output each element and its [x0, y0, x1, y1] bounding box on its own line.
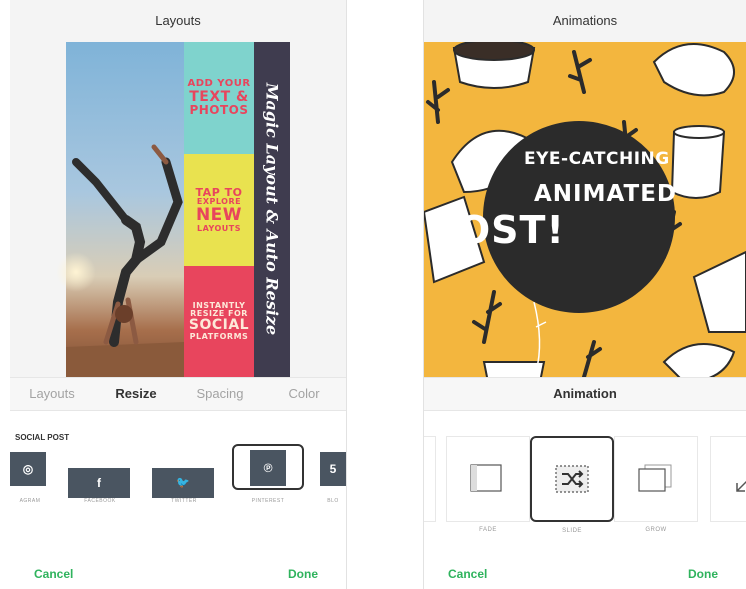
animation-slide[interactable]: SLIDE	[530, 436, 614, 534]
animations-panel: Animations EYE-CATCHING ANIMATED POST! A…	[424, 0, 746, 589]
design-canvas[interactable]: ADD YOUR TEXT & PHOTOS TAP TO EXPLORE NE…	[10, 42, 346, 377]
block3-line3: SOCIAL	[188, 317, 250, 334]
layout-tabs: Layouts Resize Spacing Color	[10, 377, 346, 411]
size-instagram[interactable]: ◎ AGRAM	[10, 446, 50, 506]
animation-label-slide: SLIDE	[562, 528, 582, 534]
yoga-figure	[66, 144, 184, 377]
block1-line3: PHOTOS	[189, 103, 249, 118]
instagram-icon: ◎	[10, 452, 46, 486]
size-label-facebook: FACEBOOK	[84, 498, 116, 504]
done-button[interactable]: Done	[288, 567, 318, 581]
size-label-instagram: AGRAM	[19, 498, 41, 504]
animated-post-canvas[interactable]: EYE-CATCHING ANIMATED POST!	[424, 42, 746, 377]
block3-line4: PLATFORMS	[189, 332, 249, 342]
size-blog[interactable]: 5 BLO	[320, 446, 346, 506]
text-block-add-photos[interactable]: ADD YOUR TEXT & PHOTOS	[184, 42, 254, 154]
size-options: ◎ AGRAM f FACEBOOK 🐦 TWITTER ℗ PINTEREST…	[10, 444, 346, 506]
animation-none[interactable]	[424, 436, 436, 522]
size-label-twitter: TWITTER	[171, 498, 197, 504]
slide-icon	[555, 465, 589, 493]
animation-fade[interactable]: FADE	[446, 436, 530, 533]
animation-done-button[interactable]: Done	[688, 567, 718, 581]
text-block-explore-layouts[interactable]: TAP TO EXPLORE NEW LAYOUTS	[184, 154, 254, 266]
animation-grow[interactable]: GROW	[614, 436, 698, 533]
section-label-social-post: SOCIAL POST	[15, 433, 70, 442]
animation-zoom[interactable]: ZO	[710, 436, 746, 522]
block2-line4: LAYOUTS	[196, 223, 242, 233]
twitter-icon: 🐦	[152, 468, 214, 498]
fade-icon	[470, 464, 502, 492]
headline-group: EYE-CATCHING ANIMATED POST!	[424, 42, 746, 377]
animation-label-grow: GROW	[645, 527, 667, 533]
headline-line2: ANIMATED	[534, 181, 678, 207]
blog-icon: 5	[320, 452, 346, 486]
text-block-resize-social[interactable]: INSTANTLY RESIZE FOR SOCIAL PLATFORMS	[184, 266, 254, 377]
layouts-panel: Layouts ADD YOUR TEXT & PHOTOS TAP TO EX…	[10, 0, 346, 589]
panel-title-animations: Animations	[424, 0, 746, 42]
headline-line1: EYE-CATCHING	[524, 149, 670, 169]
block1-line2: TEXT &	[189, 88, 249, 105]
size-twitter[interactable]: 🐦 TWITTER	[152, 446, 216, 506]
vertical-title-text: Magic Layout & Auto Resize	[262, 82, 282, 336]
size-facebook[interactable]: f FACEBOOK	[68, 446, 132, 506]
animation-cancel-button[interactable]: Cancel	[448, 567, 487, 581]
layout-actions: Cancel Done	[10, 567, 346, 587]
selected-size-frame	[232, 444, 304, 490]
zoom-icon	[736, 480, 746, 492]
tab-spacing[interactable]: Spacing	[178, 378, 262, 410]
size-label-pinterest: PINTEREST	[251, 498, 285, 504]
headline-line3: POST!	[429, 208, 565, 252]
animation-section-title: Animation	[424, 377, 746, 411]
yoga-photo	[56, 42, 184, 377]
animation-actions: Cancel Done	[424, 567, 746, 587]
grow-icon	[638, 464, 672, 492]
animation-label-zoom: ZO	[711, 527, 746, 533]
left-panel-divider	[346, 0, 347, 589]
tab-color[interactable]: Color	[262, 378, 346, 410]
cancel-button[interactable]: Cancel	[34, 567, 73, 581]
panel-title-layouts: Layouts	[10, 0, 346, 42]
tab-layouts[interactable]: Layouts	[10, 378, 94, 410]
block2-line3: NEW	[195, 204, 243, 225]
animation-options: FADE SLIDE GROW ZO	[424, 436, 746, 536]
facebook-icon: f	[68, 468, 130, 498]
animation-label-fade: FADE	[479, 527, 497, 533]
tab-resize[interactable]: Resize	[94, 378, 178, 410]
size-label-blog: BLO	[327, 498, 339, 504]
